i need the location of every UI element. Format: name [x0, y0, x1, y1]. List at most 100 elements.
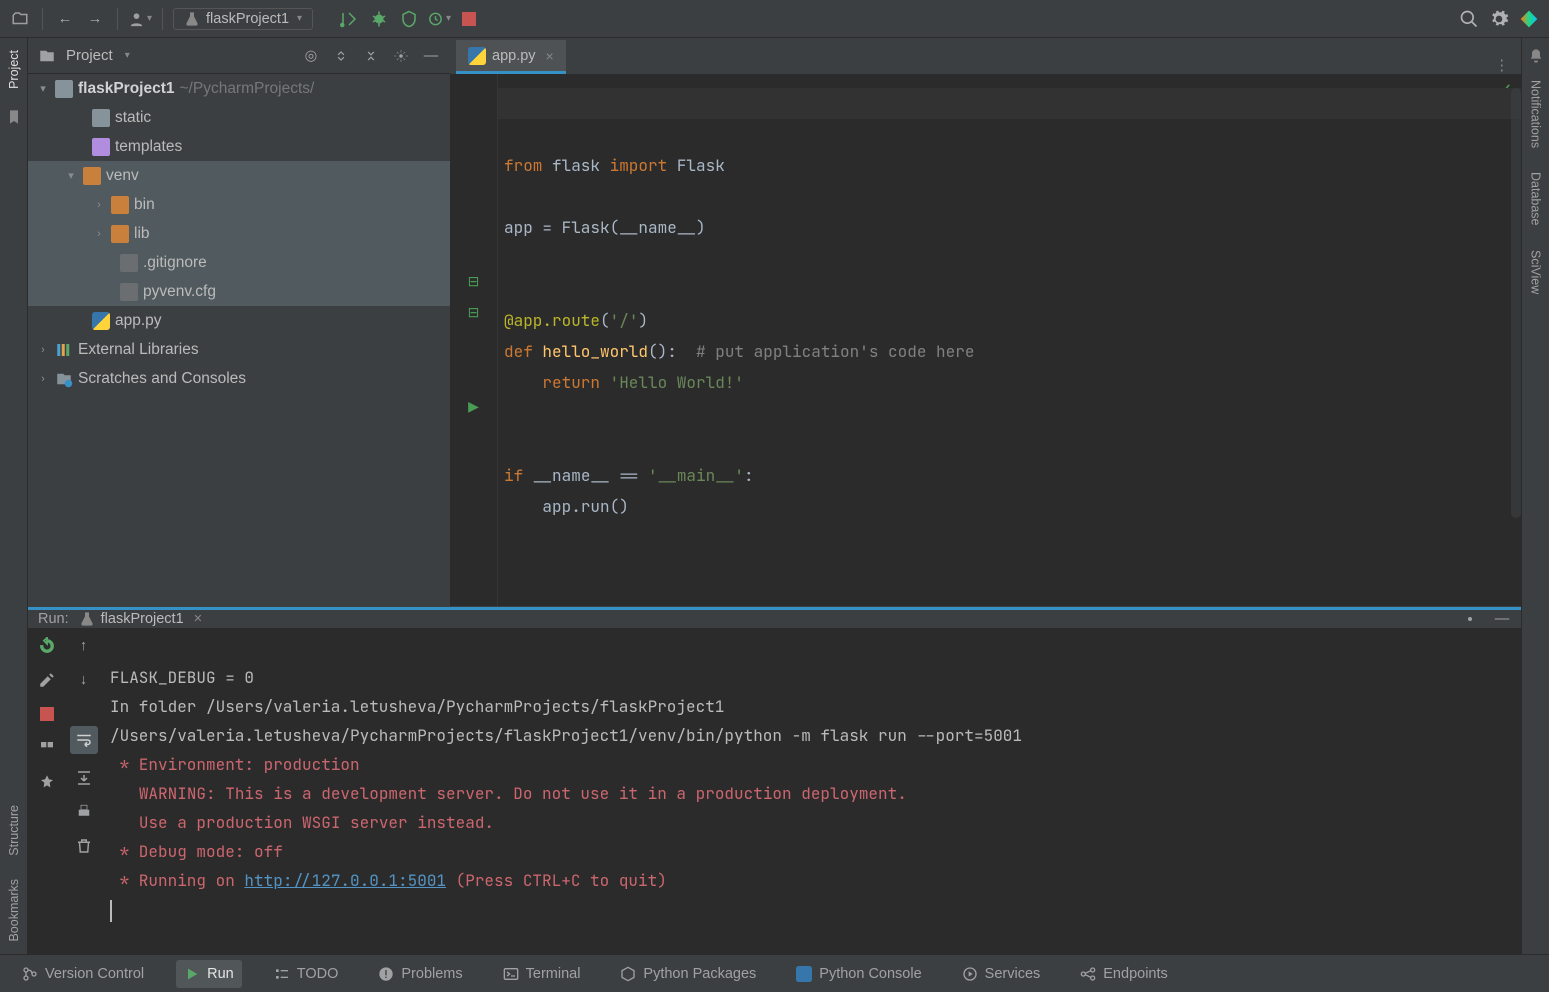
close-run-tab-icon[interactable]: ×: [194, 611, 202, 627]
bottom-tab-services[interactable]: Services: [954, 960, 1049, 988]
tree-item-lib[interactable]: ›lib: [28, 219, 450, 248]
gutter-fold-icon[interactable]: ⊟: [450, 273, 497, 290]
left-tab-bookmarks[interactable]: Bookmarks: [7, 867, 21, 954]
project-tool-header: Project ▾ ◎ —: [28, 38, 450, 74]
main-toolbar: ← → ▾ flaskProject1 ▾ ▾: [0, 0, 1549, 38]
bottom-tab-version-control[interactable]: Version Control: [14, 960, 152, 988]
tree-item-app-py[interactable]: app.py: [28, 306, 450, 335]
run-settings-icon[interactable]: [1461, 610, 1479, 628]
chevron-right-icon[interactable]: ›: [92, 228, 106, 240]
right-tab-notifications[interactable]: Notifications: [1529, 68, 1543, 160]
left-tab-structure[interactable]: Structure: [7, 793, 21, 868]
tree-root[interactable]: ▾ flaskProject1 ~/PycharmProjects/: [28, 74, 450, 103]
bottom-tab-todo[interactable]: TODO: [266, 960, 347, 988]
editor-gutter[interactable]: ⊟ ⊟ ▶: [450, 74, 498, 606]
nav-back-icon[interactable]: ←: [53, 7, 77, 31]
open-file-icon[interactable]: [8, 7, 32, 31]
run-toolbar: ↑ ↓: [28, 628, 102, 959]
left-tool-stripe: Project Structure Bookmarks: [0, 38, 28, 954]
server-url-link[interactable]: http://127.0.0.1:5001: [244, 870, 446, 891]
chevron-down-icon[interactable]: ▾: [125, 50, 130, 61]
debug-icon[interactable]: [367, 7, 391, 31]
run-title: Run:: [38, 611, 69, 627]
folder-icon: [92, 138, 110, 156]
bottom-tool-stripe: Version Control Run TODO Problems Termin…: [0, 954, 1549, 992]
run-configuration-selector[interactable]: flaskProject1 ▾: [173, 8, 313, 30]
python-file-icon: [92, 312, 110, 330]
chevron-right-icon[interactable]: ›: [36, 373, 50, 385]
left-tab-project[interactable]: Project: [7, 38, 21, 101]
hide-run-icon[interactable]: —: [1493, 610, 1511, 628]
gutter-fold-icon[interactable]: ⊟: [450, 304, 497, 321]
expand-all-icon[interactable]: [332, 47, 350, 65]
tree-item-templates[interactable]: templates: [28, 132, 450, 161]
bottom-tab-problems[interactable]: Problems: [370, 960, 470, 988]
pin-icon[interactable]: [37, 772, 57, 792]
run-console[interactable]: FLASK_DEBUG = 0 In folder /Users/valeria…: [102, 628, 1521, 959]
editor-body[interactable]: ✓ ⊟ ⊟ ▶ from flask import Flask app = Fl…: [450, 74, 1521, 606]
run-tool-window: Run: flaskProject1 × —: [28, 606, 1521, 954]
tree-item-pyvenv-cfg[interactable]: pyvenv.cfg: [28, 277, 450, 306]
print-icon[interactable]: [74, 802, 94, 822]
tree-item-static[interactable]: static: [28, 103, 450, 132]
code-content[interactable]: from flask import Flask app = Flask(__na…: [498, 74, 1521, 606]
folder-icon: [55, 80, 73, 98]
file-icon: [120, 283, 138, 301]
run-icon[interactable]: [337, 7, 361, 31]
user-icon[interactable]: ▾: [128, 7, 152, 31]
layout-icon[interactable]: [37, 738, 57, 758]
chevron-down-icon[interactable]: ▾: [64, 169, 78, 182]
run-coverage-icon[interactable]: [397, 7, 421, 31]
bottom-tab-endpoints[interactable]: Endpoints: [1072, 960, 1176, 988]
bookmark-tool-icon[interactable]: [2, 105, 26, 129]
collapse-all-icon[interactable]: [362, 47, 380, 65]
chevron-right-icon[interactable]: ›: [92, 199, 106, 211]
chevron-right-icon[interactable]: ›: [36, 344, 50, 356]
editor-tab-app-py[interactable]: app.py ×: [456, 40, 566, 74]
console-caret: [110, 900, 112, 922]
settings-icon[interactable]: [1487, 7, 1511, 31]
stop-icon[interactable]: [457, 7, 481, 31]
right-tab-database[interactable]: Database: [1529, 160, 1543, 238]
tree-item-bin[interactable]: ›bin: [28, 190, 450, 219]
editor-tabs-options-icon[interactable]: ⋮: [1483, 58, 1522, 74]
project-icon: [38, 47, 56, 65]
run-tab-flaskproject1[interactable]: flaskProject1 ×: [79, 611, 202, 627]
clear-all-icon[interactable]: [74, 836, 94, 856]
soft-wrap-icon[interactable]: [70, 726, 98, 754]
search-icon[interactable]: [1457, 7, 1481, 31]
modify-run-config-icon[interactable]: [37, 670, 57, 690]
editor-scrollbar[interactable]: [1511, 88, 1521, 518]
bottom-tab-python-console[interactable]: Python Console: [788, 960, 929, 988]
run-config-name: flaskProject1: [206, 11, 289, 27]
select-opened-file-icon[interactable]: ◎: [302, 47, 320, 65]
close-tab-icon[interactable]: ×: [546, 48, 554, 64]
profile-icon[interactable]: ▾: [427, 7, 451, 31]
stop-run-icon[interactable]: [37, 704, 57, 724]
tool-settings-icon[interactable]: [392, 47, 410, 65]
right-tab-sciview[interactable]: SciView: [1529, 238, 1543, 306]
hide-tool-icon[interactable]: —: [422, 47, 440, 65]
run-gutter-icon[interactable]: ▶: [450, 398, 497, 415]
chevron-down-icon[interactable]: ▾: [36, 82, 50, 95]
project-view-label[interactable]: Project: [66, 47, 113, 64]
editor: ✓ ⊟ ⊟ ▶ from flask import Flask app = Fl…: [450, 74, 1521, 606]
jetbrains-icon[interactable]: [1517, 7, 1541, 31]
flask-icon: [184, 11, 200, 27]
bottom-tab-python-packages[interactable]: Python Packages: [612, 960, 764, 988]
nav-forward-icon[interactable]: →: [83, 7, 107, 31]
bottom-tab-terminal[interactable]: Terminal: [495, 960, 589, 988]
tree-item-gitignore[interactable]: .gitignore: [28, 248, 450, 277]
down-stack-icon[interactable]: ↓: [74, 670, 94, 690]
up-stack-icon[interactable]: ↑: [74, 636, 94, 656]
flask-icon: [79, 611, 95, 627]
project-tree[interactable]: ▾ flaskProject1 ~/PycharmProjects/ stati…: [28, 74, 450, 606]
notifications-bell-icon[interactable]: [1524, 44, 1548, 68]
editor-tabs: app.py × ⋮: [450, 38, 1521, 74]
rerun-icon[interactable]: [37, 636, 57, 656]
bottom-tab-run[interactable]: Run: [176, 960, 242, 988]
tree-item-venv[interactable]: ▾venv: [28, 161, 450, 190]
tree-external-libraries[interactable]: ›External Libraries: [28, 335, 450, 364]
scroll-to-end-icon[interactable]: [74, 768, 94, 788]
tree-scratches[interactable]: ›Scratches and Consoles: [28, 364, 450, 393]
